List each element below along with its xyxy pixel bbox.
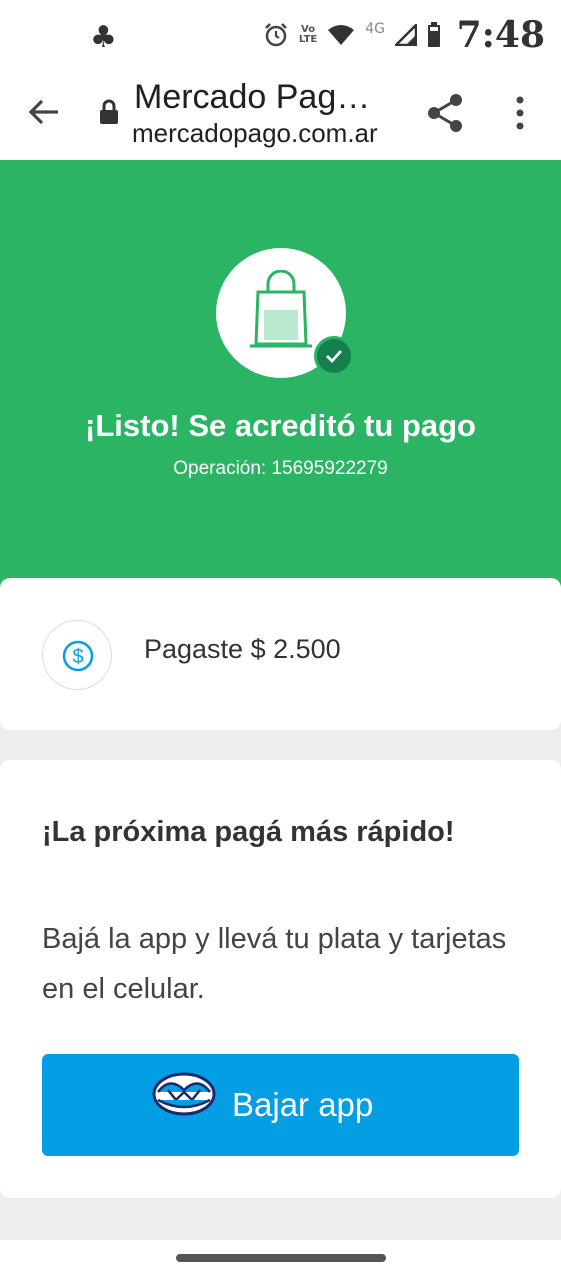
share-icon[interactable] <box>424 92 466 134</box>
system-nav-bar <box>0 1240 561 1280</box>
url-text[interactable]: mercadopago.com.ar <box>132 118 402 149</box>
svg-text:$: $ <box>72 646 83 668</box>
success-banner: ¡Listo! Se acreditó tu pago Operación: 1… <box>0 160 561 610</box>
browser-toolbar: Mercado Pag… mercadopago.com.ar <box>0 72 561 160</box>
download-app-label: Bajar app <box>232 1086 374 1123</box>
status-bar: ♣ Vo LTE 4G 7:48 <box>0 0 561 72</box>
lock-icon <box>100 99 118 124</box>
checkmark-icon <box>314 336 354 376</box>
payment-amount: Pagaste $ 2.500 <box>144 634 341 664</box>
coin-badge: $ <box>42 620 112 690</box>
battery-icon <box>428 22 440 47</box>
volte-icon: Vo LTE <box>298 24 318 45</box>
more-options-icon[interactable] <box>508 92 532 134</box>
alarm-icon <box>264 23 287 47</box>
club-icon: ♣ <box>90 20 117 55</box>
success-heading: ¡Listo! Se acreditó tu pago <box>85 408 476 443</box>
home-gesture-handle[interactable] <box>176 1254 386 1262</box>
operation-number: Operación: 15695922279 <box>173 458 388 479</box>
promo-heading: ¡La próxima pagá más rápido! <box>42 816 455 848</box>
back-arrow-icon[interactable] <box>24 92 64 132</box>
app-promo-card: ¡La próxima pagá más rápido! Bajá la app… <box>0 760 561 1198</box>
page-title[interactable]: Mercado Pag… <box>134 78 384 117</box>
shopping-bag-icon <box>250 270 312 348</box>
signal-icon <box>395 24 417 46</box>
status-icons: Vo LTE 4G <box>263 21 441 48</box>
network-type-label: 4G <box>365 21 385 37</box>
mercado-pago-logo-icon <box>152 1072 216 1116</box>
download-app-button[interactable]: Bajar app <box>42 1054 519 1156</box>
clock: 7:48 <box>456 14 545 56</box>
promo-body: Bajá la app y llevá tu plata y tarjetas … <box>42 923 507 1005</box>
wifi-icon <box>328 25 355 45</box>
dollar-coin-icon: $ <box>62 640 94 672</box>
payment-summary-card: $ Pagaste $ 2.500 <box>0 578 561 730</box>
